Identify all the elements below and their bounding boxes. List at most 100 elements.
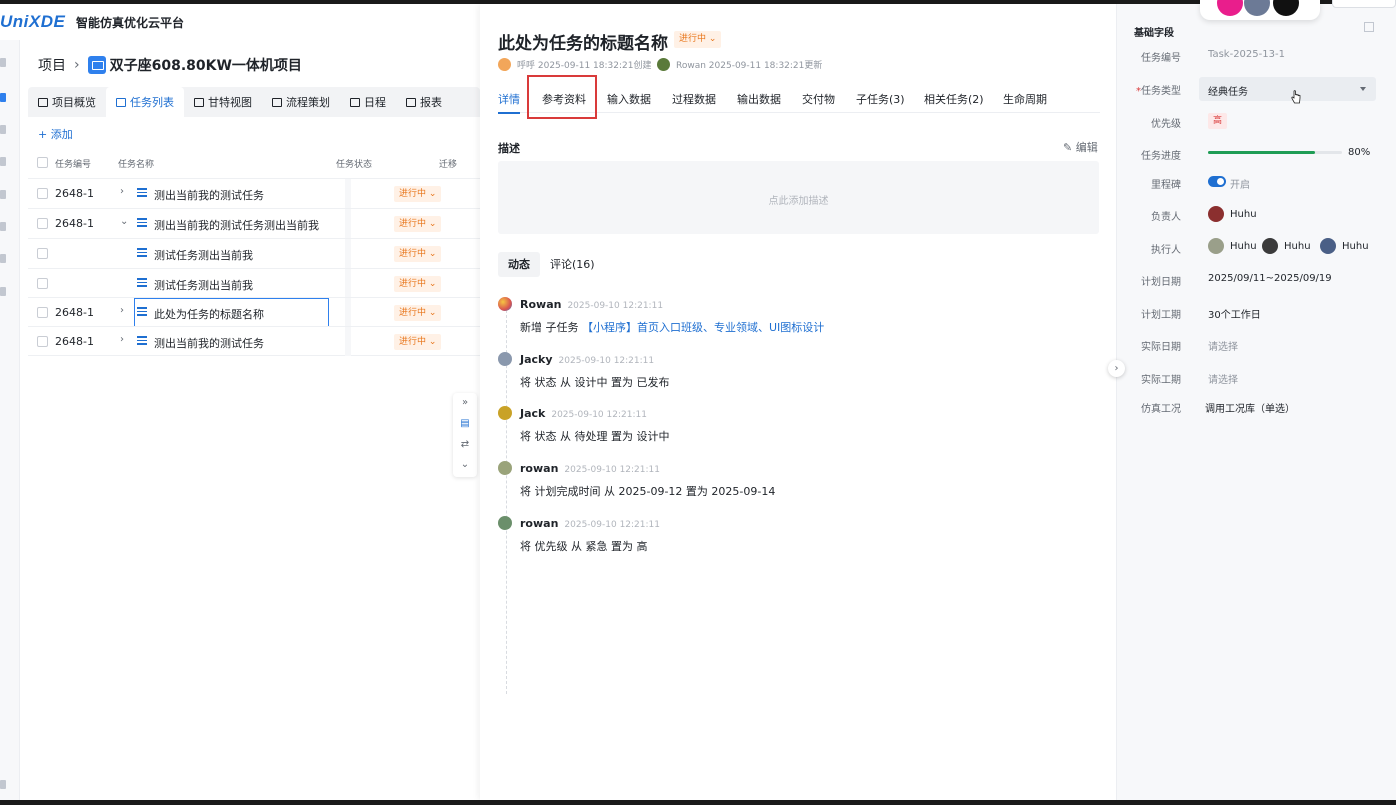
top-right-toolbar bbox=[1200, 0, 1396, 22]
rail-item-icon[interactable] bbox=[0, 287, 6, 296]
collaborator-avatar[interactable] bbox=[1217, 0, 1243, 16]
task-title: 此处为任务的标题名称 bbox=[498, 34, 668, 54]
column-divider bbox=[345, 269, 351, 298]
tab-deliverables[interactable]: 交付物 bbox=[802, 91, 835, 107]
priority-badge[interactable]: 高 bbox=[1208, 113, 1228, 129]
table-row[interactable]: 测试任务测出当前我 进行中 ⌄ bbox=[28, 238, 480, 268]
task-name[interactable]: 测出当前我的测试任务 bbox=[154, 187, 264, 203]
status-badge[interactable]: 进行中 ⌄ bbox=[394, 334, 442, 350]
column-divider bbox=[345, 298, 351, 327]
status-badge[interactable]: 进行中 ⌄ bbox=[394, 216, 442, 232]
subtask-link[interactable]: 【小程序】首页入口班级、专业领域、UI图标设计 bbox=[582, 321, 824, 334]
rail-item-icon[interactable] bbox=[0, 222, 6, 231]
actual-date-picker[interactable]: 请选择 bbox=[1208, 338, 1238, 353]
table-row[interactable]: 2648-1 › 测出当前我的测试任务 进行中 ⌄ bbox=[28, 326, 480, 356]
select-all-checkbox[interactable] bbox=[37, 157, 48, 168]
task-name[interactable]: 此处为任务的标题名称 bbox=[154, 306, 264, 322]
tab-lifecycle[interactable]: 生命周期 bbox=[1003, 91, 1047, 107]
list-icon bbox=[137, 307, 147, 316]
task-status-badge[interactable]: 进行中 ⌄ bbox=[674, 31, 722, 48]
table-row[interactable]: 2648-1 ⌄ 测出当前我的测试任务测出当前我 进行中 ⌄ bbox=[28, 208, 480, 238]
row-checkbox[interactable] bbox=[37, 188, 48, 199]
row-checkbox[interactable] bbox=[37, 278, 48, 289]
flow-icon bbox=[272, 97, 282, 107]
plan-date-value[interactable]: 2025/09/11~2025/09/19 bbox=[1208, 273, 1332, 284]
collapse-icon[interactable]: ⌄ bbox=[120, 216, 128, 227]
table-row[interactable]: 测试任务测出当前我 进行中 ⌄ bbox=[28, 268, 480, 298]
row-checkbox[interactable] bbox=[37, 218, 48, 229]
rail-item-icon[interactable] bbox=[0, 125, 6, 134]
header-status: 任务状态 bbox=[336, 160, 373, 170]
expand-icon[interactable]: › bbox=[120, 334, 124, 345]
tab-overview[interactable]: 项目概览 bbox=[28, 87, 106, 117]
swap-icon[interactable]: ⇄ bbox=[460, 440, 470, 450]
tab-activity[interactable]: 动态 bbox=[498, 252, 540, 277]
expand-icon[interactable]: › bbox=[120, 186, 124, 197]
tab-subtasks[interactable]: 子任务(3) bbox=[856, 91, 905, 107]
actual-period-picker[interactable]: 请选择 bbox=[1208, 371, 1238, 386]
tab-output-data[interactable]: 输出数据 bbox=[737, 91, 781, 107]
status-badge[interactable]: 进行中 ⌄ bbox=[394, 276, 442, 292]
collaborator-avatar[interactable] bbox=[1273, 0, 1299, 16]
rail-item-icon[interactable] bbox=[0, 254, 6, 263]
tab-task-list[interactable]: 任务列表 bbox=[106, 87, 184, 117]
user-avatar bbox=[498, 406, 512, 420]
user-avatar bbox=[1208, 206, 1224, 222]
sim-condition-select[interactable]: 调用工况库（单选） bbox=[1205, 400, 1295, 415]
table-row-selected[interactable]: 2648-1 › 此处为任务的标题名称 进行中 ⌄ bbox=[28, 297, 480, 327]
tab-report[interactable]: 报表 bbox=[396, 87, 452, 117]
rail-item-icon[interactable] bbox=[0, 93, 6, 102]
toolbar-button[interactable] bbox=[1332, 0, 1396, 8]
rail-item-icon[interactable] bbox=[0, 157, 6, 166]
row-checkbox[interactable] bbox=[37, 248, 48, 259]
expand-icon[interactable]: › bbox=[120, 305, 124, 316]
executor-person[interactable]: Huhu bbox=[1262, 238, 1311, 254]
tab-flow[interactable]: 流程策划 bbox=[262, 87, 340, 117]
task-type-select[interactable]: 经典任务 bbox=[1199, 77, 1376, 101]
breadcrumb-project[interactable]: 双子座608.80KW一体机项目 bbox=[110, 55, 302, 75]
progress-bar[interactable] bbox=[1208, 151, 1342, 154]
executor-person[interactable]: Huhu bbox=[1320, 238, 1369, 254]
task-name[interactable]: 测出当前我的测试任务 bbox=[154, 335, 264, 351]
description-placeholder[interactable]: 点此添加描述 bbox=[498, 192, 1099, 207]
row-checkbox[interactable] bbox=[37, 336, 48, 347]
fields-section-title: 基础字段 bbox=[1134, 28, 1174, 39]
milestone-toggle[interactable] bbox=[1208, 176, 1226, 187]
field-label: 计划工期 bbox=[1141, 310, 1181, 321]
tab-detail[interactable]: 详情 bbox=[498, 91, 520, 114]
plan-period-value[interactable]: 30个工作日 bbox=[1208, 306, 1261, 321]
tab-related[interactable]: 相关任务(2) bbox=[924, 91, 984, 107]
tab-process-data[interactable]: 过程数据 bbox=[672, 91, 716, 107]
chevron-circle-icon[interactable]: ⌄ bbox=[460, 460, 470, 470]
table-row[interactable]: 2648-1 › 测出当前我的测试任务 进行中 ⌄ bbox=[28, 178, 480, 208]
add-task-button[interactable]: + 添加 bbox=[38, 126, 73, 142]
rail-item-icon[interactable] bbox=[0, 190, 6, 199]
activity-time: 2025-09-10 12:21:11 bbox=[567, 301, 664, 311]
status-badge[interactable]: 进行中 ⌄ bbox=[394, 186, 442, 202]
tab-comments[interactable]: 评论(16) bbox=[540, 252, 605, 277]
document-icon[interactable]: ▤ bbox=[460, 419, 470, 429]
expand-double-icon[interactable]: » bbox=[460, 398, 470, 408]
status-badge[interactable]: 进行中 ⌄ bbox=[394, 246, 442, 262]
activity-text: 将 状态 从 设计中 置为 已发布 bbox=[520, 376, 670, 389]
tab-gantt[interactable]: 甘特视图 bbox=[184, 87, 262, 117]
executor-person[interactable]: Huhu bbox=[1208, 238, 1257, 254]
activity-time: 2025-09-10 12:21:11 bbox=[564, 465, 660, 475]
hand-cursor-icon bbox=[1291, 90, 1301, 104]
tab-schedule[interactable]: 日程 bbox=[340, 87, 396, 117]
task-name[interactable]: 测试任务测出当前我 bbox=[154, 247, 253, 263]
open-external-icon[interactable] bbox=[1364, 22, 1374, 32]
rail-item-icon[interactable] bbox=[0, 58, 6, 67]
rail-menu-icon[interactable] bbox=[0, 780, 6, 789]
task-name[interactable]: 测出当前我的测试任务测出当前我 bbox=[154, 217, 319, 233]
breadcrumb-root[interactable]: 项目 bbox=[38, 55, 66, 75]
collaborator-avatar[interactable] bbox=[1244, 0, 1270, 16]
owner-person[interactable]: Huhu bbox=[1208, 206, 1257, 222]
task-name[interactable]: 测试任务测出当前我 bbox=[154, 277, 253, 293]
edit-description-button[interactable]: ✎ 编辑 bbox=[1063, 139, 1098, 155]
tab-input-data[interactable]: 输入数据 bbox=[607, 91, 651, 107]
collapse-panel-icon[interactable]: › bbox=[1108, 360, 1125, 377]
status-badge[interactable]: 进行中 ⌄ bbox=[394, 305, 442, 321]
row-checkbox[interactable] bbox=[37, 307, 48, 318]
activity-time: 2025-09-10 12:21:11 bbox=[551, 410, 647, 420]
